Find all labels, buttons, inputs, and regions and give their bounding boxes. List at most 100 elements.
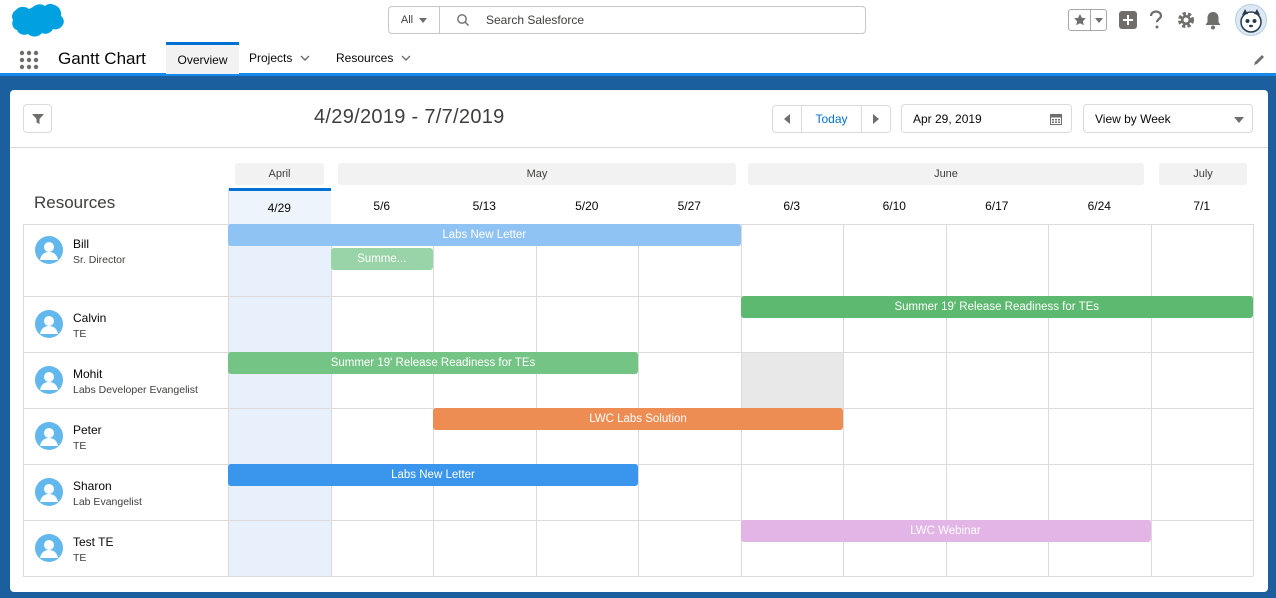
allocation-bar[interactable]: LWC Webinar — [740, 520, 1151, 542]
app-nav-bar: Gantt Chart Overview Projects Resources — [0, 40, 1276, 76]
setup-button[interactable] — [1175, 9, 1197, 31]
help-icon — [1149, 10, 1163, 29]
bell-icon — [1205, 12, 1221, 30]
allocation-bar[interactable]: Summe... — [330, 248, 433, 270]
user-avatar-icon — [35, 236, 63, 264]
gantt-grid: 4/29 5/6 5/13 5/20 5/27 6/3 6/10 6/17 6/24 7/1 Bil… — [23, 188, 1254, 577]
tab-overview[interactable]: Overview — [166, 42, 239, 74]
favorites-group — [1068, 9, 1107, 31]
favorites-button[interactable] — [1069, 10, 1091, 30]
previous-button[interactable] — [772, 105, 802, 133]
resource-name: Sharon — [73, 479, 112, 493]
month-label: June — [748, 163, 1144, 185]
week-header: 7/1 — [1193, 199, 1211, 213]
resource-row[interactable]: Sharon Lab Evangelist — [23, 464, 228, 520]
user-avatar-icon — [35, 310, 63, 338]
grid-column-line — [1150, 224, 1152, 576]
start-date-input[interactable]: Apr 29, 2019 — [901, 104, 1072, 133]
filter-button[interactable] — [23, 104, 52, 133]
grid-column-line — [1253, 224, 1254, 576]
global-actions-button[interactable] — [1117, 9, 1139, 31]
resource-row[interactable]: Mohit Labs Developer Evangelist — [23, 352, 228, 408]
week-header: 4/29 — [228, 188, 331, 224]
edit-nav-icon[interactable] — [1252, 53, 1266, 67]
resource-title: TE — [73, 328, 87, 340]
resource-name: Bill — [73, 237, 90, 251]
week-header: 6/3 — [783, 199, 801, 213]
user-avatar-icon — [35, 478, 63, 506]
tab-resources[interactable]: Resources — [325, 42, 422, 74]
global-search: All — [388, 6, 866, 34]
allocation-bar[interactable]: Labs New Letter — [228, 464, 638, 486]
app-launcher-icon[interactable] — [19, 50, 39, 70]
global-header: All — [0, 0, 1276, 40]
week-header: 5/20 — [575, 199, 599, 213]
resource-title: Labs Developer Evangelist — [73, 384, 198, 396]
calendar-icon[interactable] — [1050, 113, 1062, 125]
grid-column-line — [330, 224, 332, 576]
caret-down-icon — [419, 17, 428, 23]
grid-column-line — [638, 224, 639, 576]
chevron-down-icon[interactable] — [401, 55, 411, 61]
add-icon — [1119, 11, 1137, 29]
grid-column-line — [535, 224, 537, 576]
resource-row[interactable]: Peter TE — [23, 408, 228, 464]
star-icon — [1073, 14, 1086, 26]
left-arrow-icon — [784, 114, 790, 124]
view-select[interactable]: View by Week — [1083, 104, 1253, 133]
week-header: 5/6 — [373, 199, 391, 213]
filter-icon — [31, 113, 44, 124]
unavailable-cell — [740, 352, 843, 408]
tab-overview-label: Overview — [177, 52, 228, 67]
allocation-bar[interactable]: Summer 19' Release Readiness for TEs — [740, 296, 1253, 318]
resource-name: Mohit — [73, 367, 103, 381]
caret-down-icon — [1234, 117, 1244, 123]
user-avatar-icon — [35, 534, 63, 562]
month-label: July — [1159, 163, 1247, 185]
start-date-value: Apr 29, 2019 — [913, 111, 982, 126]
search-scope-dropdown[interactable]: All — [389, 7, 440, 33]
user-avatar-icon — [35, 422, 63, 450]
today-label: Today — [815, 112, 848, 126]
week-header: 5/27 — [677, 199, 701, 213]
resource-title: TE — [73, 552, 87, 564]
resource-row[interactable]: Bill Sr. Director — [23, 224, 228, 296]
tab-projects[interactable]: Projects — [238, 42, 321, 74]
week-header: 6/17 — [985, 199, 1009, 213]
search-input[interactable] — [484, 12, 844, 28]
salesforce-logo[interactable] — [11, 3, 65, 39]
grid-row-line — [23, 576, 1253, 577]
resource-name: Test TE — [73, 535, 114, 549]
resource-row[interactable]: Calvin TE — [23, 296, 228, 352]
grid-column-line — [228, 188, 229, 576]
resource-title: Lab Evangelist — [73, 496, 142, 508]
caret-down-icon — [1094, 17, 1103, 23]
next-button[interactable] — [861, 105, 891, 133]
week-header: 6/24 — [1087, 199, 1111, 213]
allocation-bar[interactable]: Summer 19' Release Readiness for TEs — [228, 352, 638, 374]
right-arrow-icon — [873, 114, 879, 124]
date-range-label: 4/29/2019 - 7/7/2019 — [314, 106, 505, 128]
search-scope-label: All — [400, 14, 414, 26]
user-avatar-icon — [1235, 4, 1267, 36]
allocation-bar[interactable]: Labs New Letter — [228, 224, 741, 246]
help-button[interactable] — [1145, 9, 1167, 31]
gantt-toolbar: 4/29/2019 - 7/7/2019 Today Apr 29, 2019 … — [10, 90, 1268, 148]
chevron-down-icon[interactable] — [300, 55, 310, 61]
month-label: April — [235, 163, 324, 185]
notifications-button[interactable] — [1202, 9, 1224, 31]
app-title: Gantt Chart — [58, 49, 146, 68]
week-header: 5/13 — [472, 199, 496, 213]
favorites-list-button[interactable] — [1091, 10, 1106, 30]
resource-row[interactable]: Test TE TE — [23, 520, 228, 576]
grid-column-line — [433, 224, 434, 576]
user-avatar-button[interactable] — [1235, 4, 1267, 36]
resource-name: Calvin — [73, 311, 107, 325]
allocation-bar[interactable]: LWC Labs Solution — [433, 408, 843, 430]
today-button[interactable]: Today — [801, 105, 862, 133]
user-avatar-icon — [35, 366, 63, 394]
view-select-value: View by Week — [1095, 111, 1171, 126]
gantt-card: 4/29/2019 - 7/7/2019 Today Apr 29, 2019 … — [10, 90, 1268, 592]
tab-resources-label: Resources — [336, 51, 394, 65]
search-icon — [457, 14, 469, 26]
